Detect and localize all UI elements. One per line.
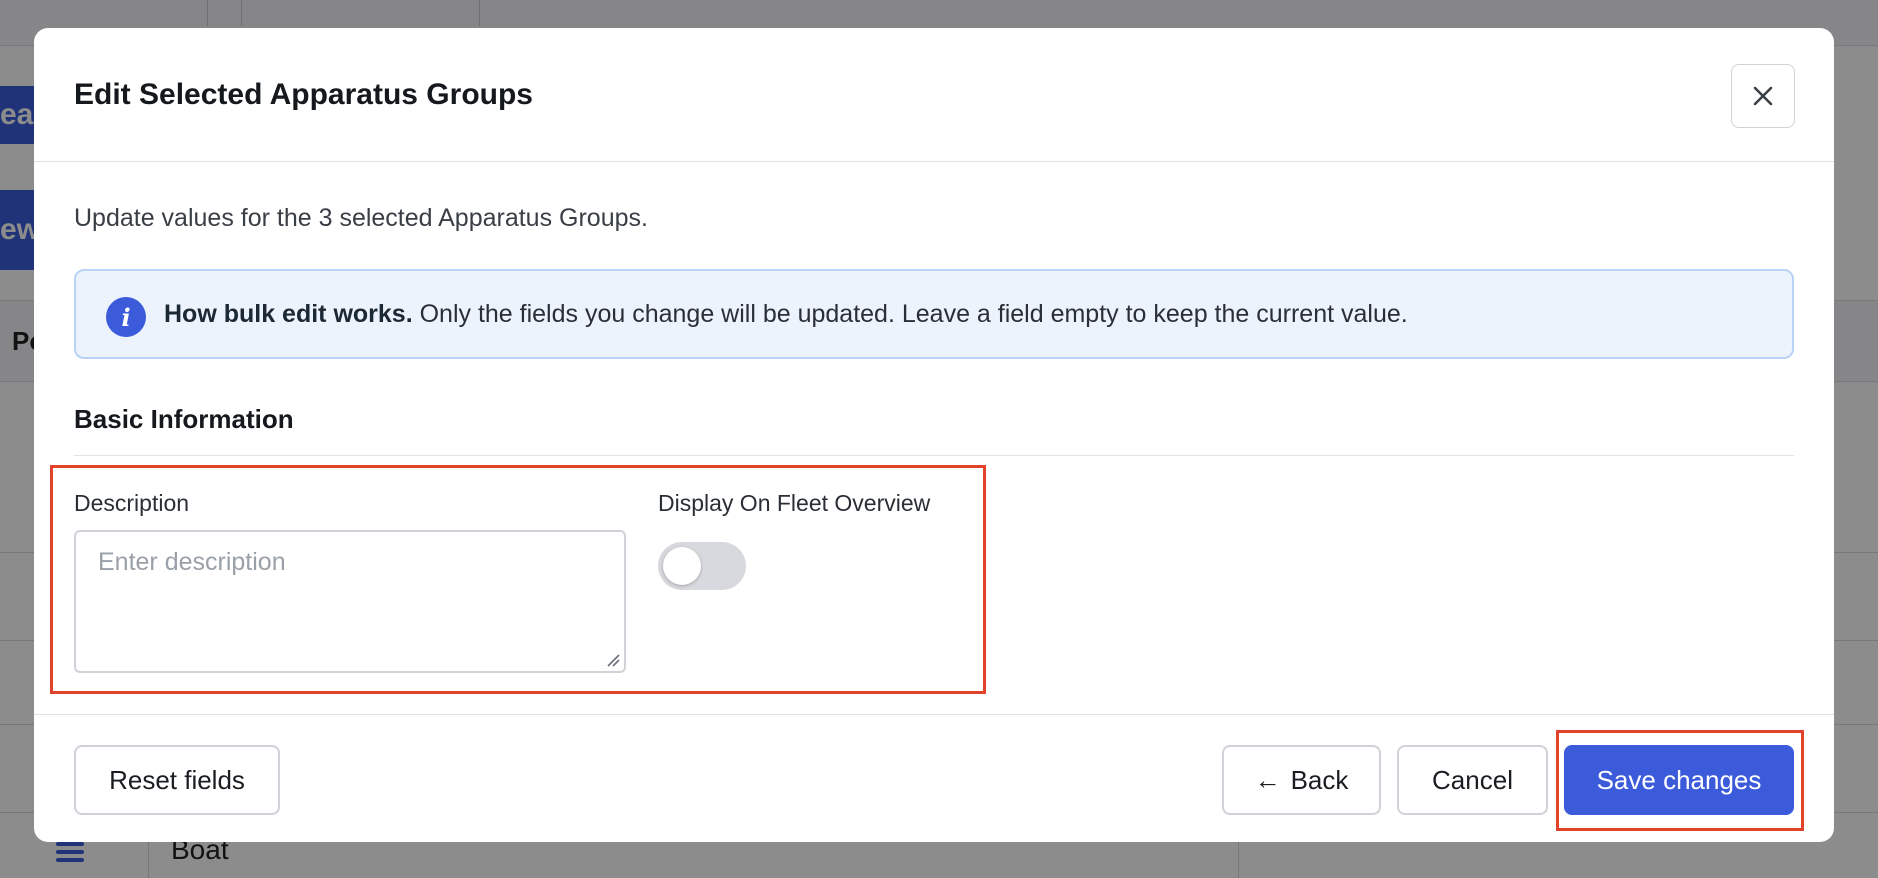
- section-title: Basic Information: [74, 404, 294, 434]
- description-label: Description: [74, 490, 190, 516]
- info-icon: i: [106, 297, 146, 337]
- display-on-fleet-overview-toggle[interactable]: [658, 542, 746, 590]
- info-callout-text: How bulk edit works. Only the fields you…: [164, 300, 1408, 329]
- info-callout: i How bulk edit works. Only the fields y…: [74, 269, 1794, 359]
- toggle-knob: [663, 547, 701, 585]
- close-icon: [1753, 86, 1773, 106]
- modal-title: Edit Selected Apparatus Groups: [74, 78, 533, 111]
- cancel-button[interactable]: Cancel: [1397, 745, 1548, 815]
- back-button[interactable]: ← Back: [1222, 745, 1381, 815]
- info-callout-body: Only the fields you change will be updat…: [412, 300, 1408, 328]
- arrow-left-icon: ←: [1254, 764, 1281, 795]
- highlight-annotation-save: [1556, 730, 1804, 831]
- modal-header: Edit Selected Apparatus Groups: [34, 28, 1834, 162]
- info-callout-heading: How bulk edit works.: [164, 300, 413, 328]
- edit-apparatus-groups-modal: Edit Selected Apparatus Groups Update va…: [34, 28, 1834, 842]
- resize-handle-icon[interactable]: [606, 653, 620, 667]
- footer-divider: [34, 714, 1834, 715]
- close-button[interactable]: [1731, 64, 1795, 128]
- modal-description: Update values for the 3 selected Apparat…: [74, 204, 648, 232]
- back-button-label: Back: [1290, 764, 1349, 795]
- display-on-fleet-overview-label: Display On Fleet Overview: [658, 490, 931, 516]
- reset-fields-button[interactable]: Reset fields: [74, 745, 280, 815]
- description-textarea[interactable]: [74, 530, 626, 673]
- section-divider: [74, 455, 1794, 456]
